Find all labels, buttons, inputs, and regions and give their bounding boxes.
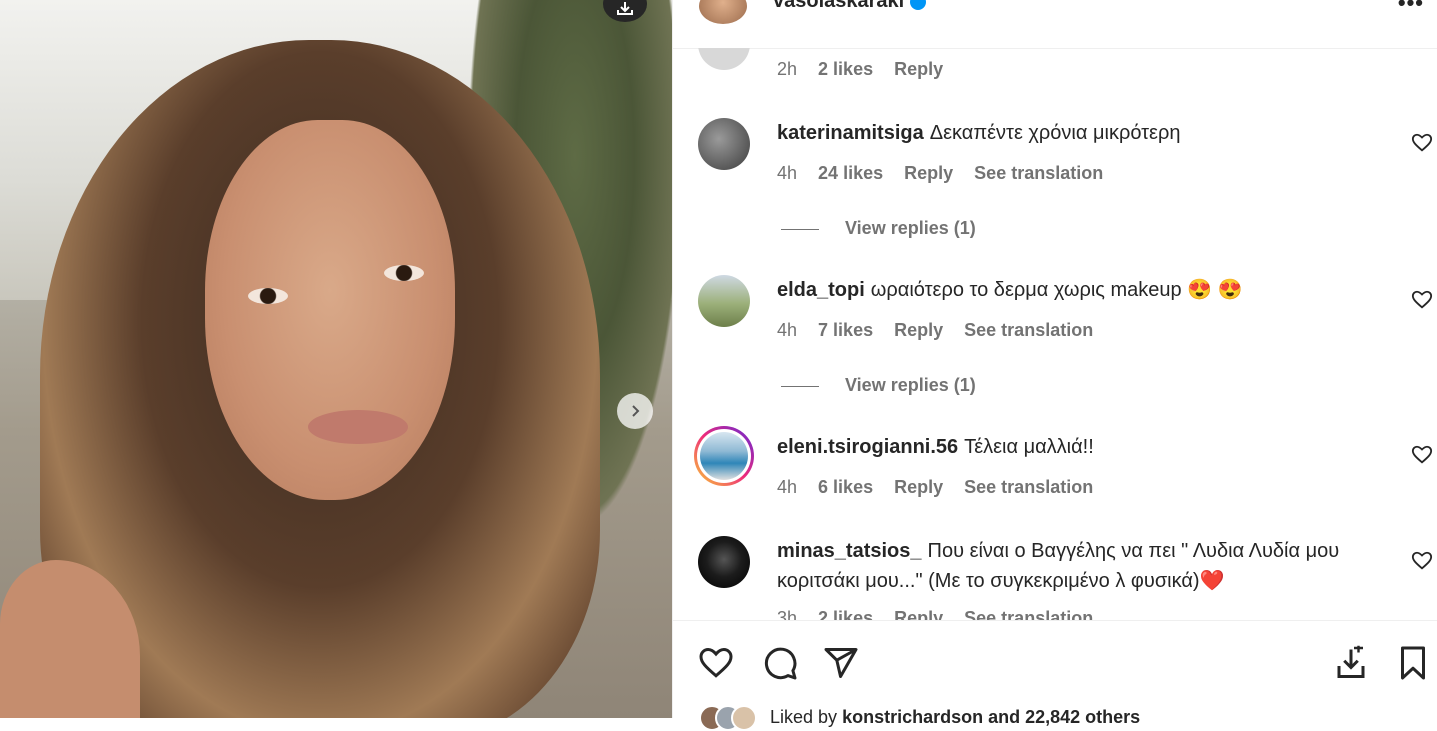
post-actions-bar: Liked by konstrichardson and 22,842 othe… (673, 620, 1437, 731)
photo-eye-left (248, 288, 288, 304)
comment-body: eleni.tsirogianni.56 Τέλεια μαλλιά!! (777, 432, 1397, 462)
photo-face (205, 120, 455, 500)
post-header: vasolaskaraki ••• (673, 0, 1437, 49)
comment-username[interactable]: katerinamitsiga (777, 122, 924, 144)
reply-button[interactable]: Reply (904, 163, 953, 183)
photo-eye-right (384, 265, 424, 281)
comment-text: Τέλεια μαλλιά!! (964, 436, 1094, 458)
view-replies-line (781, 228, 819, 230)
comment-likes[interactable]: 7 likes (818, 320, 873, 340)
more-options-icon[interactable]: ••• (1398, 0, 1424, 16)
comment-avatar[interactable] (698, 48, 750, 70)
comment-username[interactable]: eleni.tsirogianni.56 (777, 436, 958, 458)
liked-by-row: Liked by konstrichardson and 22,842 othe… (699, 705, 1140, 731)
comment-text: Δεκαπέντε χρόνια μικρότερη (929, 122, 1181, 144)
comment-likes[interactable]: 2 likes (818, 608, 873, 620)
comment-meta: 2h 2 likes Reply (777, 59, 959, 80)
comment-time[interactable]: 4h (777, 477, 797, 497)
author-username[interactable]: vasolaskaraki (773, 0, 927, 13)
comment-time[interactable]: 2h (777, 59, 797, 79)
comment-avatar[interactable] (698, 118, 750, 170)
post-photo[interactable] (0, 0, 672, 718)
chevron-right-icon (632, 405, 640, 417)
see-translation-button[interactable]: See translation (964, 477, 1093, 497)
view-replies-label[interactable]: View replies (1) (845, 218, 976, 238)
like-comment-heart-icon[interactable] (1411, 132, 1433, 154)
like-heart-icon[interactable] (698, 645, 734, 681)
comment-likes[interactable]: 6 likes (818, 477, 873, 497)
comment-meta: 3h 2 likes Reply See translation (777, 608, 1109, 620)
author-avatar[interactable] (699, 0, 747, 24)
view-replies-line (781, 385, 819, 387)
export-icon (617, 2, 633, 15)
like-comment-heart-icon[interactable] (1411, 444, 1433, 466)
save-download-icon[interactable] (1333, 645, 1369, 681)
comments-list: 2h 2 likes Reply katerinamitsiga Δεκαπέντ… (673, 48, 1437, 620)
like-comment-heart-icon[interactable] (1411, 289, 1433, 311)
see-translation-button[interactable]: See translation (964, 608, 1093, 620)
view-replies-button[interactable]: View replies (1) (781, 375, 976, 396)
comment-body: elda_topi ωραιότερο το δερμα χωρις makeup… (777, 275, 1397, 305)
reply-button[interactable]: Reply (894, 477, 943, 497)
bookmark-icon[interactable] (1395, 645, 1431, 681)
view-replies-button[interactable]: View replies (1) (781, 218, 976, 239)
like-comment-heart-icon[interactable] (1411, 550, 1433, 572)
share-send-icon[interactable] (823, 645, 859, 681)
view-replies-label[interactable]: View replies (1) (845, 375, 976, 395)
comment-meta: 4h 24 likes Reply See translation (777, 163, 1119, 184)
comment-avatar[interactable] (698, 536, 750, 588)
see-translation-button[interactable]: See translation (974, 163, 1103, 183)
comment-time[interactable]: 4h (777, 163, 797, 183)
reply-button[interactable]: Reply (894, 320, 943, 340)
verified-badge-icon (910, 0, 927, 10)
comment-username[interactable]: elda_topi (777, 279, 865, 301)
see-translation-button[interactable]: See translation (964, 320, 1093, 340)
comment-time[interactable]: 4h (777, 320, 797, 340)
comment-text: ωραιότερο το δερμα χωρις makeup 😍 😍 (870, 279, 1243, 301)
comment-time[interactable]: 3h (777, 608, 797, 620)
reply-button[interactable]: Reply (894, 59, 943, 79)
comment-avatar[interactable] (700, 432, 748, 480)
comment-avatar[interactable] (698, 275, 750, 327)
comment-username[interactable]: minas_tatsios_ (777, 540, 922, 562)
liked-by-others[interactable]: and 22,842 others (988, 707, 1140, 727)
author-username-text[interactable]: vasolaskaraki (773, 0, 904, 12)
photo-lips (308, 410, 408, 444)
liker-avatar[interactable] (731, 705, 757, 731)
reply-button[interactable]: Reply (894, 608, 943, 620)
comment-likes[interactable]: 24 likes (818, 163, 883, 183)
next-photo-button[interactable] (617, 393, 653, 429)
comment-icon[interactable] (762, 645, 798, 681)
liked-by-user[interactable]: konstrichardson (842, 707, 983, 727)
comment-meta: 4h 6 likes Reply See translation (777, 477, 1109, 498)
comment-meta: 4h 7 likes Reply See translation (777, 320, 1109, 341)
comment-body: minas_tatsios_ Που είναι ο Βαγγέλης να πε… (777, 536, 1397, 596)
comment-likes[interactable]: 2 likes (818, 59, 873, 79)
comment-body: katerinamitsiga Δεκαπέντε χρόνια μικρότερ… (777, 118, 1397, 148)
liked-by-prefix: Liked by (770, 706, 838, 727)
comments-panel: vasolaskaraki ••• 2h 2 likes Reply kater… (672, 0, 1437, 731)
